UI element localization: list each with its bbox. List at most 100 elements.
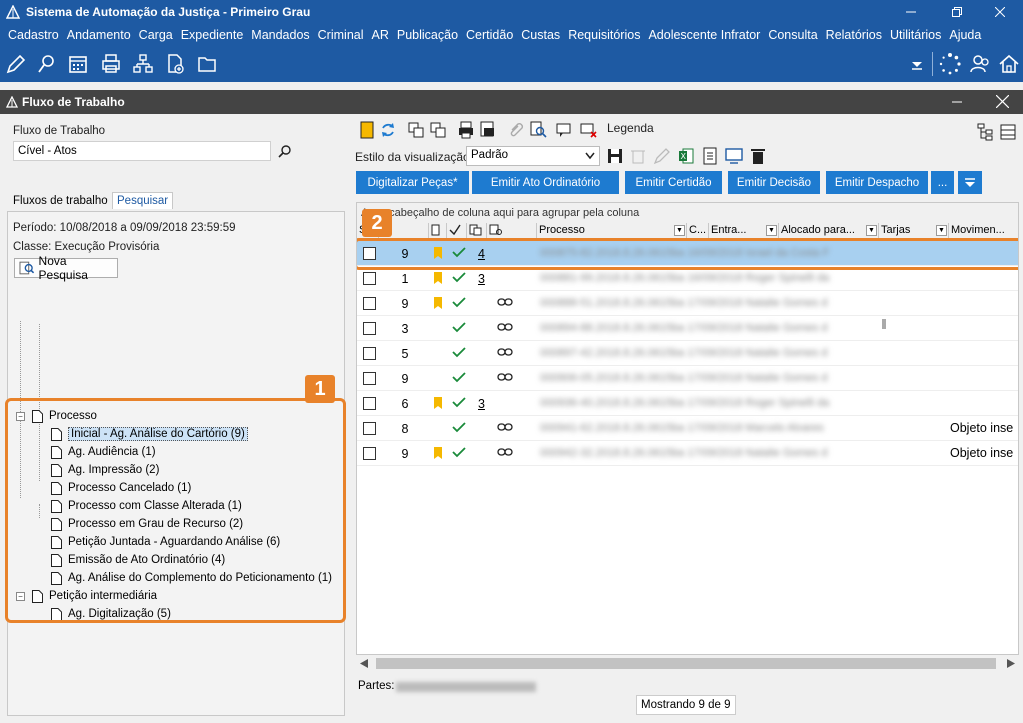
menu-utilitarios[interactable]: Utilitários: [886, 28, 945, 42]
digitalizar-pecas-button[interactable]: Digitalizar Peças*: [356, 171, 469, 194]
linked-process-icon[interactable]: [497, 297, 513, 307]
more-actions-button[interactable]: ...: [931, 171, 954, 194]
close-icon[interactable]: [996, 95, 1009, 108]
menu-requisitorios[interactable]: Requisitórios: [564, 28, 644, 42]
save-icon[interactable]: [605, 146, 625, 166]
emitir-decisao-button[interactable]: Emitir Decisão: [728, 171, 820, 194]
close-button[interactable]: [977, 0, 1023, 24]
menu-mandados[interactable]: Mandados: [247, 28, 313, 42]
tab-pesquisar[interactable]: Pesquisar: [112, 192, 174, 209]
table-row[interactable]: 8 000941-62.2018.8.26.0615ba 17/09/2018 M…: [357, 416, 1018, 441]
calendar-icon[interactable]: [66, 52, 90, 76]
bookmark-icon[interactable]: [357, 120, 377, 140]
linked-process-icon[interactable]: [497, 447, 513, 457]
filter-dropdown-icon[interactable]: ▼: [866, 225, 877, 236]
nova-pesquisa-button[interactable]: Nova Pesquisa: [14, 254, 118, 282]
minimize-button[interactable]: [888, 0, 934, 24]
estilo-select[interactable]: Padrão: [466, 146, 600, 166]
menu-publicacao[interactable]: Publicação: [393, 28, 462, 42]
tree-view-icon[interactable]: [976, 122, 996, 142]
filter-dropdown-icon[interactable]: ▼: [936, 225, 947, 236]
column-header-alocado[interactable]: Alocado para... ▼: [779, 223, 879, 239]
fluxo-field[interactable]: Cível - Atos: [13, 141, 271, 161]
column-header-c[interactable]: C...: [687, 223, 709, 239]
search-icon[interactable]: [278, 144, 292, 158]
menu-consulta[interactable]: Consulta: [764, 28, 821, 42]
linked-process-icon[interactable]: [497, 422, 513, 432]
refresh-icon[interactable]: [378, 120, 398, 140]
printer-icon[interactable]: [99, 52, 123, 76]
legenda-link[interactable]: Legenda: [607, 121, 654, 135]
screen-export-icon[interactable]: [724, 146, 744, 166]
column-header-tarjas[interactable]: Tarjas ▼: [879, 223, 949, 239]
vertical-scroll-thumb[interactable]: [882, 319, 886, 329]
column-header-entrada[interactable]: Entra... ▼: [709, 223, 779, 239]
menu-criminal[interactable]: Criminal: [314, 28, 368, 42]
filter-dropdown-icon[interactable]: ▼: [674, 225, 685, 236]
column-header-check[interactable]: [447, 223, 467, 239]
add-document-icon[interactable]: [163, 52, 187, 76]
scroll-right-icon[interactable]: [1007, 659, 1015, 668]
print-document-icon[interactable]: [456, 120, 476, 140]
menu-andamento[interactable]: Andamento: [63, 28, 135, 42]
scrollbar-thumb[interactable]: [376, 658, 996, 669]
users-icon[interactable]: [968, 52, 992, 76]
linked-process-icon[interactable]: [497, 372, 513, 382]
emitir-ato-ordinatorio-button[interactable]: Emitir Ato Ordinatório: [472, 171, 619, 194]
emitir-certidao-button[interactable]: Emitir Certidão: [625, 171, 722, 194]
search-document-icon[interactable]: [35, 52, 59, 76]
column-header-flag[interactable]: [429, 223, 447, 239]
menu-custas[interactable]: Custas: [517, 28, 564, 42]
row-checkbox[interactable]: [363, 447, 376, 460]
table-row[interactable]: 9 000906-05.2018.8.26.0615ba 17/09/2018 N…: [357, 366, 1018, 391]
comment-icon[interactable]: [554, 120, 574, 140]
row-checkbox[interactable]: [363, 297, 376, 310]
column-header-link[interactable]: [487, 223, 537, 239]
copy-icon[interactable]: [406, 120, 426, 140]
attachment-count-link[interactable]: 3: [478, 397, 485, 411]
menu-expediente[interactable]: Expediente: [177, 28, 248, 42]
table-row[interactable]: 5 000897-42.2018.8.26.0615ba 17/09/2018 N…: [357, 341, 1018, 366]
linked-process-icon[interactable]: [497, 322, 513, 332]
folder-icon[interactable]: [195, 52, 219, 76]
table-row[interactable]: 9 000942-32.2018.8.26.0615ba 17/09/2018 N…: [357, 441, 1018, 466]
menu-adolescente-infrator[interactable]: Adolescente Infrator: [644, 28, 764, 42]
row-checkbox[interactable]: [363, 272, 376, 285]
delete-comment-icon[interactable]: [578, 120, 598, 140]
actions-dropdown-button[interactable]: [958, 171, 982, 194]
row-checkbox[interactable]: [363, 422, 376, 435]
column-header-attachments[interactable]: [467, 223, 487, 239]
linked-process-icon[interactable]: [497, 347, 513, 357]
print-preview-icon[interactable]: [478, 120, 498, 140]
row-checkbox[interactable]: [363, 397, 376, 410]
table-row[interactable]: 6 3 000936-40.2018.8.26.0615ba 17/09/2018 …: [357, 391, 1018, 416]
dropdown-arrow-icon[interactable]: [905, 52, 929, 76]
horizontal-scrollbar[interactable]: [356, 654, 1019, 671]
tab-fluxos-de-trabalho[interactable]: Fluxos de trabalho: [9, 193, 112, 209]
table-row[interactable]: 3 000894-88.2018.8.26.0615ba 17/09/2018 N…: [357, 316, 1018, 341]
excel-export-icon[interactable]: X: [676, 146, 696, 166]
filter-dropdown-icon[interactable]: ▼: [766, 225, 777, 236]
emitir-despacho-button[interactable]: Emitir Despacho: [826, 171, 928, 194]
scroll-left-icon[interactable]: [360, 659, 368, 668]
document-list-icon[interactable]: [700, 146, 720, 166]
row-checkbox[interactable]: [363, 347, 376, 360]
hierarchy-icon[interactable]: [131, 52, 155, 76]
menu-ar[interactable]: AR: [368, 28, 393, 42]
edit-icon[interactable]: [4, 52, 28, 76]
row-checkbox[interactable]: [363, 322, 376, 335]
columns-icon[interactable]: [998, 122, 1018, 142]
row-checkbox[interactable]: [363, 372, 376, 385]
column-header-processo[interactable]: Processo ▼: [537, 223, 687, 239]
duplicate-icon[interactable]: [428, 120, 448, 140]
trash-icon[interactable]: [748, 146, 768, 166]
minimize-icon[interactable]: [952, 97, 962, 107]
restore-button[interactable]: [934, 0, 980, 24]
table-row[interactable]: 9 000888-51.2018.8.26.0615ba 17/09/2018 N…: [357, 291, 1018, 316]
search-document-icon[interactable]: [528, 120, 548, 140]
column-header-movimentacao[interactable]: Movimen...: [949, 223, 1018, 239]
home-icon[interactable]: [997, 52, 1021, 76]
attachment-count-link[interactable]: 3: [478, 272, 485, 286]
menu-relatorios[interactable]: Relatórios: [822, 28, 886, 42]
menu-cadastro[interactable]: Cadastro: [4, 28, 63, 42]
